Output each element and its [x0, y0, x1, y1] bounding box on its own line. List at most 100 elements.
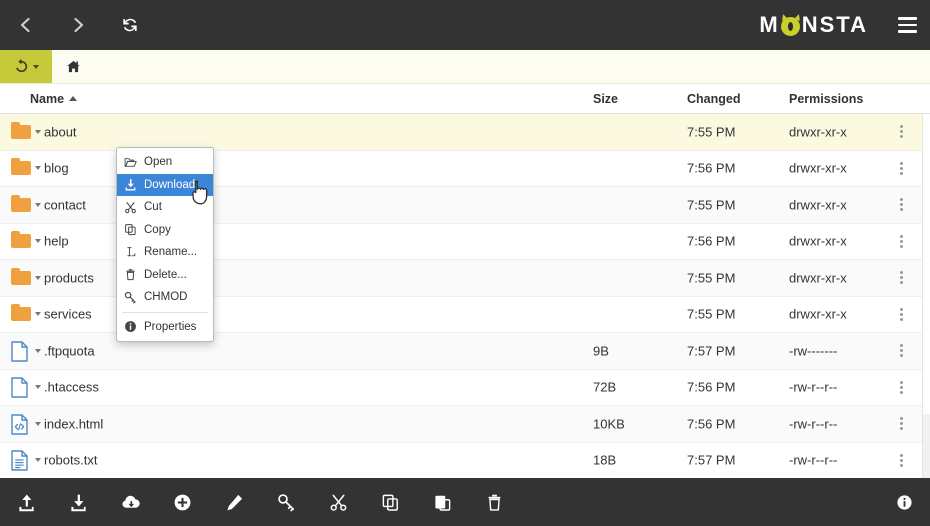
- info-icon[interactable]: [896, 494, 913, 511]
- column-header-permissions[interactable]: Permissions: [789, 92, 863, 106]
- row-dropdown-caret[interactable]: [35, 275, 41, 280]
- context-menu-item-properties[interactable]: Properties: [117, 316, 213, 339]
- toolbar-download-button[interactable]: [52, 478, 104, 526]
- context-menu-item-copy[interactable]: Copy: [117, 219, 213, 242]
- row-actions-menu-icon[interactable]: [893, 269, 909, 287]
- row-actions-menu-icon[interactable]: [893, 305, 909, 323]
- column-header-name[interactable]: Name: [30, 92, 78, 106]
- row-changed: 7:56 PM: [687, 233, 736, 249]
- row-name[interactable]: about: [44, 124, 77, 139]
- toolbar-upload-button[interactable]: [0, 478, 52, 526]
- context-menu-item-open[interactable]: Open: [117, 151, 213, 174]
- history-button[interactable]: [0, 50, 52, 83]
- context-menu-item-delete[interactable]: Delete...: [117, 264, 213, 287]
- refresh-icon[interactable]: [104, 0, 156, 50]
- toolbar-chmod-button[interactable]: [260, 478, 312, 526]
- file-list-scrollbar[interactable]: [922, 114, 930, 478]
- column-header-changed[interactable]: Changed: [687, 92, 740, 106]
- row-permissions: drwxr-xr-x: [789, 233, 847, 249]
- toolbar-copy-button[interactable]: [364, 478, 416, 526]
- row-dropdown-caret[interactable]: [35, 348, 41, 353]
- row-name[interactable]: blog: [44, 161, 69, 176]
- row-dropdown-caret[interactable]: [35, 166, 41, 171]
- context-menu-item-rename[interactable]: Rename...: [117, 241, 213, 264]
- scissors-icon: [123, 200, 137, 214]
- row-file-type-icon: [11, 158, 31, 178]
- context-menu-item-download[interactable]: Download: [117, 173, 213, 196]
- table-row[interactable]: index.html 10KB 7:56 PM -rw-r--r--: [0, 406, 930, 443]
- paste-icon[interactable]: [433, 493, 452, 512]
- row-actions-menu-icon[interactable]: [893, 415, 909, 433]
- row-name[interactable]: products: [44, 270, 94, 285]
- row-changed: 7:55 PM: [687, 124, 736, 140]
- row-name[interactable]: index.html: [44, 416, 103, 431]
- row-actions-menu-icon[interactable]: [893, 196, 909, 214]
- toolbar-info-button[interactable]: [878, 478, 930, 526]
- context-menu-item-chmod[interactable]: CHMOD: [117, 286, 213, 309]
- row-actions-menu-icon[interactable]: [893, 123, 909, 141]
- row-actions-menu-icon[interactable]: [893, 378, 909, 396]
- row-dropdown-caret[interactable]: [35, 129, 41, 134]
- row-dropdown-caret[interactable]: [35, 385, 41, 390]
- row-name[interactable]: .ftpquota: [44, 343, 95, 358]
- row-actions-menu-icon[interactable]: [893, 232, 909, 250]
- key-icon: [123, 290, 137, 304]
- table-row[interactable]: .htaccess 72B 7:56 PM -rw-r--r--: [0, 369, 930, 406]
- plus-circle-icon[interactable]: [173, 493, 192, 512]
- history-dropdown-caret[interactable]: [33, 64, 39, 69]
- toolbar-cut-button[interactable]: [312, 478, 364, 526]
- row-file-type-icon: [11, 341, 31, 362]
- table-row[interactable]: about 7:55 PM drwxr-xr-x: [0, 114, 930, 151]
- row-name[interactable]: .htaccess: [44, 380, 99, 395]
- row-changed: 7:55 PM: [687, 270, 736, 286]
- back-button[interactable]: [0, 0, 52, 50]
- context-menu-item-cut[interactable]: Cut: [117, 196, 213, 219]
- copy-icon: [124, 223, 137, 236]
- file-blank-icon: [11, 341, 28, 362]
- row-dropdown-caret[interactable]: [35, 239, 41, 244]
- toolbar-remote-download-button[interactable]: [104, 478, 156, 526]
- row-name[interactable]: help: [44, 234, 69, 249]
- row-permissions: -rw-r--r--: [789, 452, 838, 468]
- toolbar-new-button[interactable]: [156, 478, 208, 526]
- row-dropdown-caret[interactable]: [35, 421, 41, 426]
- cloud-download-icon[interactable]: [121, 493, 140, 512]
- row-actions-menu-icon[interactable]: [893, 451, 909, 469]
- text-cursor-icon: [124, 246, 137, 259]
- row-changed: 7:55 PM: [687, 197, 736, 213]
- scissors-icon[interactable]: [329, 493, 348, 512]
- pencil-icon[interactable]: [225, 493, 244, 512]
- row-dropdown-caret[interactable]: [35, 458, 41, 463]
- row-name[interactable]: services: [44, 307, 92, 322]
- file-text-icon: [11, 450, 28, 471]
- key-icon[interactable]: [277, 493, 296, 512]
- context-menu-item-label: Copy: [144, 223, 171, 236]
- row-actions-menu-icon[interactable]: [893, 342, 909, 360]
- row-name[interactable]: contact: [44, 197, 86, 212]
- row-dropdown-caret[interactable]: [35, 312, 41, 317]
- download-icon[interactable]: [69, 493, 88, 512]
- context-menu-item-label: Open: [144, 156, 173, 169]
- column-header-name-label: Name: [30, 92, 65, 106]
- row-file-type-icon: [11, 231, 31, 251]
- row-dropdown-caret[interactable]: [35, 202, 41, 207]
- upload-icon[interactable]: [17, 493, 36, 512]
- toolbar-paste-button[interactable]: [416, 478, 468, 526]
- row-permissions: drwxr-xr-x: [789, 306, 847, 322]
- copy-icon[interactable]: [381, 493, 400, 512]
- breadcrumb-bar: [0, 50, 930, 84]
- scrollbar-thumb[interactable]: [923, 114, 930, 414]
- row-name[interactable]: robots.txt: [44, 453, 97, 468]
- row-actions-menu-icon[interactable]: [893, 159, 909, 177]
- toolbar-edit-button[interactable]: [208, 478, 260, 526]
- breadcrumb-home-button[interactable]: [52, 50, 94, 83]
- context-menu-separator: [122, 311, 208, 313]
- copy-icon: [123, 223, 137, 237]
- sort-ascending-icon[interactable]: [69, 96, 78, 101]
- table-row[interactable]: robots.txt 18B 7:57 PM -rw-r--r--: [0, 442, 930, 478]
- column-header-size[interactable]: Size: [593, 92, 618, 106]
- trash-icon[interactable]: [485, 493, 504, 512]
- forward-button[interactable]: [52, 0, 104, 50]
- hamburger-menu-icon[interactable]: [884, 0, 930, 50]
- toolbar-delete-button[interactable]: [468, 478, 520, 526]
